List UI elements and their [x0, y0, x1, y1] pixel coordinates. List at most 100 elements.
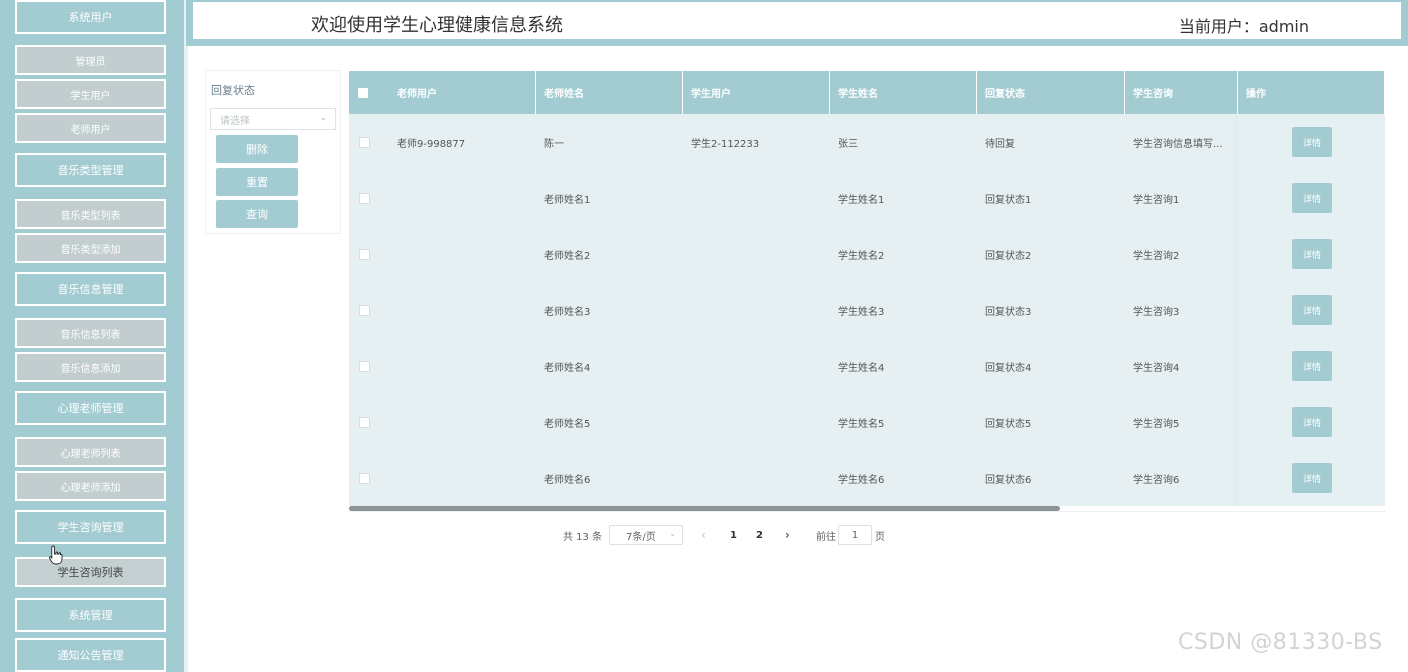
table-cell	[683, 394, 830, 450]
table-body: 老师9-998877 陈一 学生2-112233 张三 待回复 学生咨询信息填写... 详情…	[349, 114, 1385, 506]
detail-button[interactable]: 详情	[1292, 463, 1332, 493]
fixed-column-shadow	[1238, 114, 1239, 506]
table-header: 老师用户 老师姓名 学生用户 学生姓名 回复状态 学生咨询 操作	[349, 71, 1385, 114]
row-checkbox[interactable]	[359, 193, 370, 204]
table-cell: 学生咨询2	[1133, 250, 1180, 262]
page-size-select[interactable]: 7条/页 ⌄	[609, 525, 683, 545]
table-cell: 老师姓名2	[544, 250, 591, 262]
table-cell: 陈一	[544, 138, 564, 150]
header: 欢迎使用学生心理健康信息系统 当前用户：admin	[186, 0, 1408, 46]
query-button[interactable]: 查询	[216, 200, 298, 228]
table-row: 老师姓名4 学生姓名4 回复状态4 学生咨询4 详情	[349, 338, 1385, 394]
table-cell: 回复状态2	[985, 250, 1032, 262]
sidebar-item[interactable]: 音乐信息列表	[15, 318, 166, 348]
pagination-total: 共 13 条	[563, 531, 603, 543]
table-row: 老师9-998877 陈一 学生2-112233 张三 待回复 学生咨询信息填写... 详情	[349, 114, 1385, 170]
sidebar-group[interactable]: 通知公告管理	[15, 638, 166, 672]
column-header: 学生姓名	[830, 71, 977, 114]
watermark: CSDN @81330-BS	[1178, 630, 1383, 655]
reply-status-label: 回复状态	[211, 84, 255, 97]
sidebar-group[interactable]: 音乐类型管理	[15, 153, 166, 187]
table-cell: 老师姓名1	[544, 194, 591, 206]
page-size-value: 7条/页	[626, 531, 656, 543]
header-panel: 欢迎使用学生心理健康信息系统 当前用户：admin	[191, 0, 1403, 41]
column-header: 操作	[1238, 71, 1385, 114]
table-cell	[389, 450, 536, 506]
table-cell: 张三	[838, 138, 858, 150]
sidebar-group[interactable]: 音乐信息管理	[15, 272, 166, 306]
detail-button[interactable]: 详情	[1292, 351, 1332, 381]
row-checkbox[interactable]	[359, 249, 370, 260]
page-number[interactable]: 2	[756, 525, 763, 545]
sidebar-item[interactable]: 音乐类型添加	[15, 233, 166, 263]
table-cell: 老师姓名6	[544, 474, 591, 486]
table-cell: 学生姓名1	[838, 194, 885, 206]
table-cell: 学生姓名4	[838, 362, 885, 374]
sidebar-item[interactable]: 心理老师添加	[15, 471, 166, 501]
column-header: 老师姓名	[536, 71, 683, 114]
table-cell: 学生咨询5	[1133, 418, 1180, 430]
table-cell: 回复状态4	[985, 362, 1032, 374]
reply-status-select[interactable]: 请选择 ⌄	[210, 108, 336, 130]
row-checkbox[interactable]	[359, 361, 370, 372]
column-header: 学生咨询	[1125, 71, 1238, 114]
table-cell	[683, 450, 830, 506]
sidebar-divider	[184, 0, 188, 672]
table-row: 老师姓名5 学生姓名5 回复状态5 学生咨询5 详情	[349, 394, 1385, 450]
table-cell: 学生2-112233	[691, 138, 760, 150]
table-cell: 回复状态5	[985, 418, 1032, 430]
next-page-icon[interactable]: ›	[785, 525, 790, 545]
table-cell	[389, 282, 536, 338]
table-cell: 回复状态3	[985, 306, 1032, 318]
row-checkbox[interactable]	[359, 137, 370, 148]
table-cell: 老师姓名3	[544, 306, 591, 318]
table-cell	[683, 226, 830, 282]
table-cell: 学生咨询1	[1133, 194, 1180, 206]
table-cell: 老师姓名5	[544, 418, 591, 430]
column-header: 学生用户	[683, 71, 830, 114]
page-number[interactable]: 1	[730, 525, 737, 545]
delete-button[interactable]: 删除	[216, 135, 298, 163]
sidebar-item[interactable]: 学生用户	[15, 79, 166, 109]
detail-button[interactable]: 详情	[1292, 239, 1332, 269]
table-cell: 学生姓名6	[838, 474, 885, 486]
table-divider	[349, 511, 1385, 512]
sidebar-group[interactable]: 心理老师管理	[15, 391, 166, 425]
table-cell: 学生姓名3	[838, 306, 885, 318]
row-checkbox[interactable]	[359, 305, 370, 316]
select-all-checkbox[interactable]	[358, 88, 368, 98]
row-checkbox[interactable]	[359, 417, 370, 428]
sidebar-item[interactable]: 音乐信息添加	[15, 352, 166, 382]
sidebar-item[interactable]: 心理老师列表	[15, 437, 166, 467]
reset-button[interactable]: 重置	[216, 168, 298, 196]
table-cell: 学生咨询6	[1133, 474, 1180, 486]
sidebar: 系统用户管理员学生用户老师用户音乐类型管理音乐类型列表 音乐类型添加音乐信息管理音…	[0, 0, 184, 672]
table-cell: 老师姓名4	[544, 362, 591, 374]
table-cell: 学生咨询信息填写...	[1133, 138, 1223, 150]
detail-button[interactable]: 详情	[1292, 295, 1332, 325]
table-cell	[683, 282, 830, 338]
goto-page-input[interactable]: 1	[838, 525, 872, 545]
sidebar-item[interactable]: 老师用户	[15, 113, 166, 143]
sidebar-group[interactable]: 系统用户	[15, 0, 166, 34]
table-cell: 学生姓名2	[838, 250, 885, 262]
prev-page-icon[interactable]: ‹	[701, 525, 706, 545]
filter-panel: 回复状态 请选择 ⌄ 删除 重置 查询	[205, 70, 341, 234]
detail-button[interactable]: 详情	[1292, 127, 1332, 157]
table-cell	[683, 170, 830, 226]
sidebar-group[interactable]: 系统管理	[15, 598, 166, 632]
table-cell	[683, 338, 830, 394]
sidebar-group[interactable]: 学生咨询管理	[15, 510, 166, 544]
column-header: 老师用户	[389, 71, 536, 114]
table-row: 老师姓名1 学生姓名1 回复状态1 学生咨询1 详情	[349, 170, 1385, 226]
detail-button[interactable]: 详情	[1292, 407, 1332, 437]
sidebar-item[interactable]: 管理员	[15, 45, 166, 75]
sidebar-item[interactable]: 学生咨询列表	[15, 557, 166, 587]
chevron-down-icon: ⌄	[319, 113, 327, 123]
table-row: 老师姓名3 学生姓名3 回复状态3 学生咨询3 详情	[349, 282, 1385, 338]
select-placeholder: 请选择	[220, 115, 250, 127]
table-cell: 学生咨询4	[1133, 362, 1180, 374]
row-checkbox[interactable]	[359, 473, 370, 484]
detail-button[interactable]: 详情	[1292, 183, 1332, 213]
sidebar-item[interactable]: 音乐类型列表	[15, 199, 166, 229]
